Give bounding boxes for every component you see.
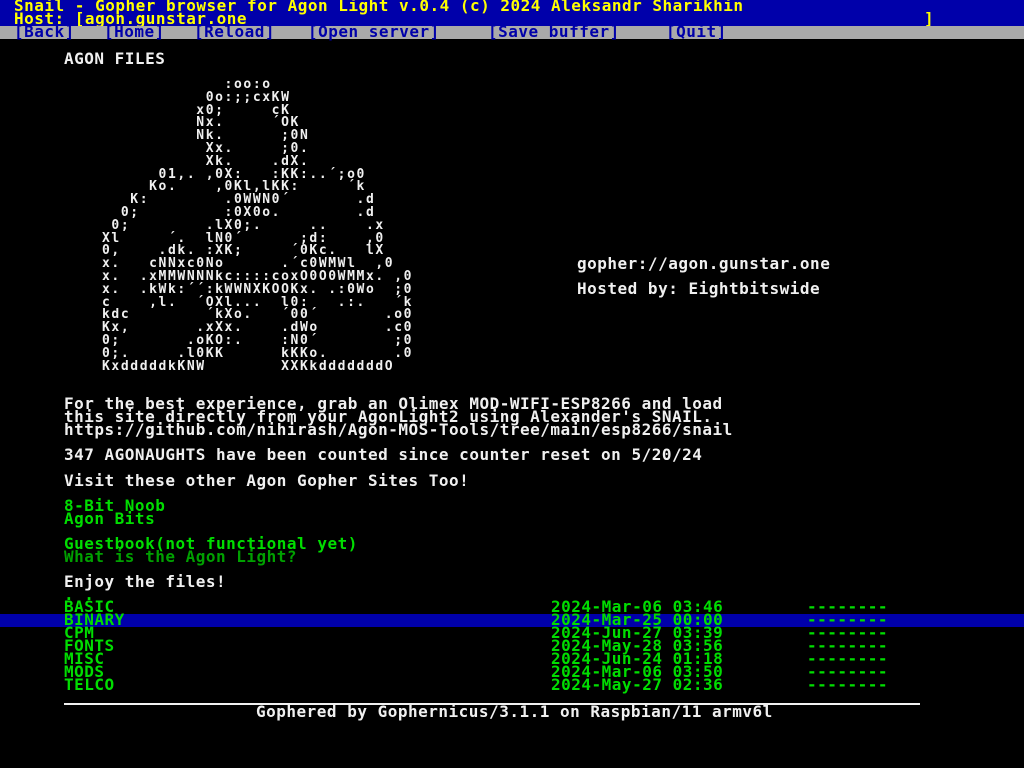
footer-text: Gophered by Gophernicus/3.1.1 on Raspbia… [256, 702, 773, 721]
menu-bar: [Back] [Home] [Reload] [Open server] [Sa… [0, 24, 1024, 40]
reload-button[interactable]: [Reload] [194, 24, 275, 40]
dir-date: 2024-May-27 02:36 [551, 675, 724, 694]
back-button[interactable]: [Back] [14, 24, 75, 40]
open-server-button[interactable]: [Open server] [308, 24, 440, 40]
home-button[interactable]: [Home] [104, 24, 165, 40]
dir-size: -------- [807, 675, 889, 694]
intro-line-3: https://github.com/nihirash/Agon-MOS-Too… [64, 420, 733, 439]
quit-button[interactable]: [Quit] [666, 24, 727, 40]
dir-name[interactable]: TELCO [64, 677, 115, 693]
visitor-counter: 347 AGONAUGHTS have been counted since c… [64, 445, 703, 464]
hosted-by: Hosted by: Eightbitswide [577, 279, 821, 298]
ascii-logo: :oo:o 0o:;;cxKW x0; cK Nx. ´OK Nk. ;0N X… [102, 77, 414, 374]
link-agon-bits[interactable]: Agon Bits [64, 511, 155, 527]
save-buffer-button[interactable]: [Save buffer] [488, 24, 620, 40]
site-url: gopher://agon.gunstar.one [577, 254, 831, 273]
page-heading: AGON FILES [64, 49, 166, 68]
visit-heading: Visit these other Agon Gopher Sites Too! [64, 471, 470, 490]
link-what-is-agon[interactable]: What is the Agon Light? [64, 549, 297, 565]
host-field-end: ] [924, 9, 935, 28]
